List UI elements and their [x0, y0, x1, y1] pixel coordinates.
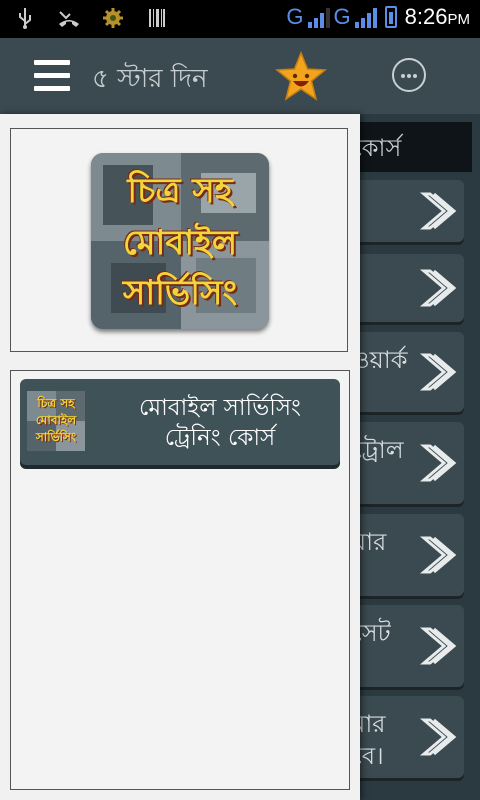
app-logo: চিত্র সহ মোবাইল সার্ভিসিং [91, 153, 269, 329]
chevron-right-icon [419, 444, 457, 482]
chevron-right-icon [419, 269, 457, 307]
logo-text-line-3: সার্ভিসিং [122, 273, 238, 313]
rate-five-star-label[interactable]: ৫ স্টার দিন [92, 58, 207, 102]
thumb-text-line-3: সার্ভিসিং [35, 430, 77, 444]
course-thumbnail: চিত্র সহ মোবাইল সার্ভিসিং [27, 391, 85, 451]
chevron-right-icon [419, 353, 457, 391]
course-label-line-1: মোবাইল সার্ভিসিং [139, 395, 301, 421]
thumb-text-line-2: মোবাইল [35, 413, 77, 427]
network-type-1: G [286, 4, 304, 29]
logo-text-line-2: মোবাইল [122, 223, 238, 263]
system-indicators: G G 8:26PM [286, 4, 470, 30]
chevron-right-icon [419, 627, 457, 665]
battery-icon [384, 6, 397, 28]
chevron-right-icon [419, 718, 457, 756]
course-menu-button[interactable]: চিত্র সহ মোবাইল সার্ভিসিং মোবাইল সার্ভিস… [20, 379, 340, 465]
signal-bars-icon-2 [354, 6, 377, 28]
settings-gear-icon [102, 7, 124, 29]
barcode-icon [146, 7, 168, 29]
drawer-header-panel: চিত্র সহ মোবাইল সার্ভিসিং [10, 128, 348, 352]
navigation-drawer: চিত্র সহ মোবাইল সার্ভিসিং চিত্র সহ মোবাই… [0, 114, 360, 800]
action-bar: ৫ স্টার দিন [0, 38, 480, 114]
drawer-menu-panel: চিত্র সহ মোবাইল সার্ভিসিং মোবাইল সার্ভিস… [10, 370, 350, 790]
hamburger-menu-icon[interactable] [34, 60, 70, 92]
chevron-right-icon [419, 536, 457, 574]
signal-bars-icon [307, 6, 330, 28]
chevron-right-icon [419, 192, 457, 230]
missed-call-icon [58, 7, 80, 29]
network-type-2: G [333, 4, 351, 29]
clock: 8:26PM [404, 4, 470, 29]
more-options-icon[interactable] [392, 58, 426, 92]
usb-icon [14, 7, 36, 29]
course-label-line-2: ট্রেনিং কোর্স [164, 425, 276, 451]
notification-icons [14, 7, 168, 29]
list-item-text: ওয়ার্ক [352, 346, 408, 374]
course-label: মোবাইল সার্ভিসিং ট্রেনিং কোর্স [110, 393, 330, 453]
smiling-star-icon[interactable] [274, 50, 328, 104]
logo-text-line-1: চিত্র সহ [127, 171, 233, 211]
status-bar: G G 8:26PM [0, 0, 480, 38]
thumb-text-line-1: চিত্র সহ [37, 396, 75, 410]
